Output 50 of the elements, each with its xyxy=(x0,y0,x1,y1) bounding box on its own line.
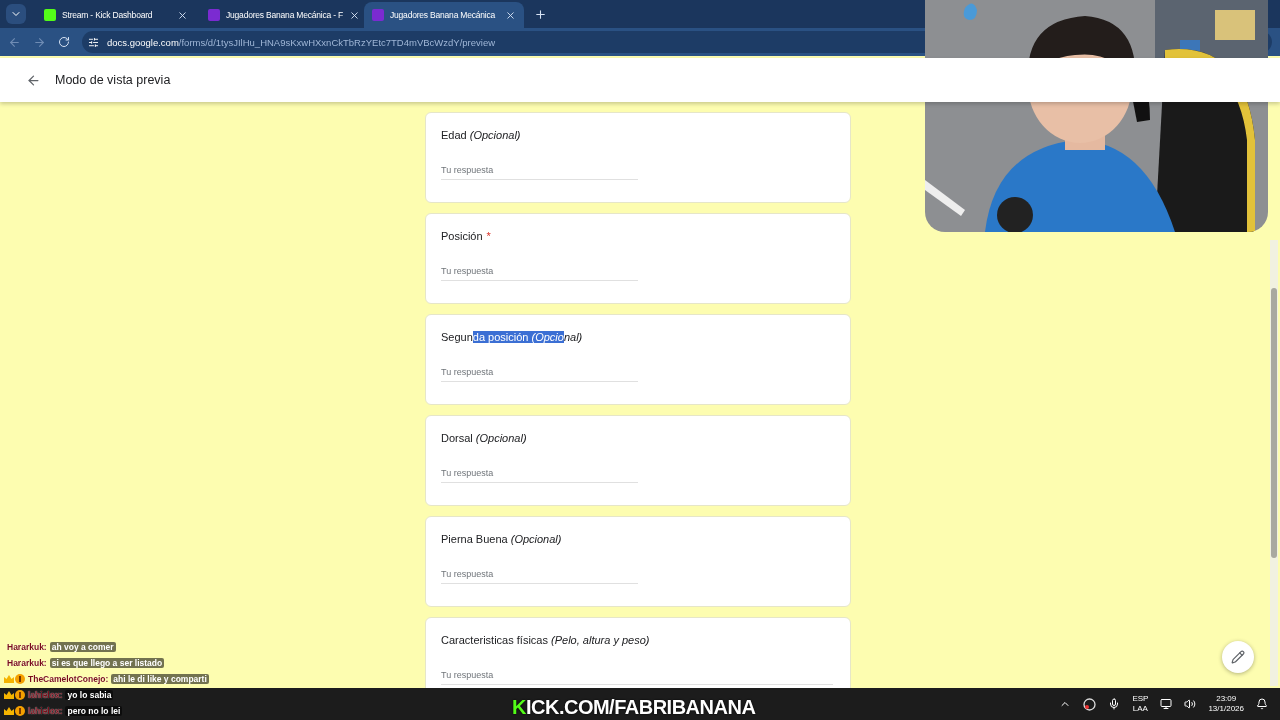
edit-button[interactable] xyxy=(1222,641,1254,673)
notification-icon[interactable] xyxy=(1256,698,1268,710)
language-indicator[interactable]: ESP LAA xyxy=(1132,694,1149,714)
answer-field[interactable]: Tu respuesta xyxy=(441,266,638,281)
chat-message: ahi le di like y comparti xyxy=(111,673,209,684)
close-icon[interactable] xyxy=(177,9,188,21)
chat-message: si es que llego a ser listado xyxy=(49,657,165,668)
chat-message: ah voy a comer xyxy=(49,641,116,652)
chat-username: Hararkuk: xyxy=(7,657,47,668)
chat-message: pero no lo lei xyxy=(65,705,123,716)
close-icon[interactable] xyxy=(349,9,361,21)
new-tab-icon[interactable] xyxy=(534,8,547,21)
tab-list-button[interactable] xyxy=(6,4,26,24)
chat-username: lahielox: xyxy=(28,705,63,716)
reload-icon[interactable] xyxy=(58,36,70,48)
volume-icon[interactable] xyxy=(1184,698,1197,710)
close-icon[interactable] xyxy=(505,9,516,21)
favicon-icon xyxy=(44,9,56,21)
answer-field[interactable]: Tu respuesta xyxy=(441,165,638,180)
answer-field[interactable]: Tu respuesta xyxy=(441,367,638,382)
question-title: Pierna Buena (Opcional) xyxy=(441,533,563,547)
clock[interactable]: 23:09 13/1/2026 xyxy=(1208,694,1244,714)
tray-app-icon[interactable] xyxy=(1083,697,1097,711)
page-title: Modo de vista previa xyxy=(55,73,171,87)
scrollbar[interactable] xyxy=(1270,240,1278,686)
answer-field[interactable]: Tu respuesta xyxy=(441,670,833,685)
badge-icon xyxy=(15,705,25,716)
question-title: Dorsal (Opcional) xyxy=(441,432,528,446)
browser-tab[interactable]: Jugadores Banana Mecánica xyxy=(364,2,524,28)
network-icon[interactable] xyxy=(1160,698,1173,710)
pencil-icon xyxy=(1231,650,1245,664)
chat-username: Hararkuk: xyxy=(7,641,47,652)
chat-username: TheCamelotConejo: xyxy=(28,673,109,684)
question-title: Caracteristicas físicas (Pelo, altura y peso) xyxy=(441,634,651,648)
site-settings-icon[interactable] xyxy=(88,36,99,48)
favicon-icon xyxy=(372,9,384,21)
question-title: Edad (Opcional) xyxy=(441,129,522,143)
question-title: Posición * xyxy=(441,230,492,244)
badge-icon xyxy=(15,673,25,684)
chat-username: lahielox: xyxy=(28,689,63,700)
back-icon[interactable] xyxy=(26,72,41,88)
answer-field[interactable]: Tu respuesta xyxy=(441,468,638,483)
browser-tab[interactable]: Stream - Kick Dashboard xyxy=(36,2,196,28)
stream-url-overlay: KICK.COM/FABRIBANANA xyxy=(512,696,756,719)
answer-field[interactable]: Tu respuesta xyxy=(441,569,638,584)
badge-icon xyxy=(15,689,25,700)
microphone-icon[interactable] xyxy=(1108,698,1121,710)
browser-tab[interactable]: Jugadores Banana Mecánica - F xyxy=(200,2,360,28)
chat-message: yo lo sabia xyxy=(65,689,114,700)
favicon-icon xyxy=(208,9,220,21)
